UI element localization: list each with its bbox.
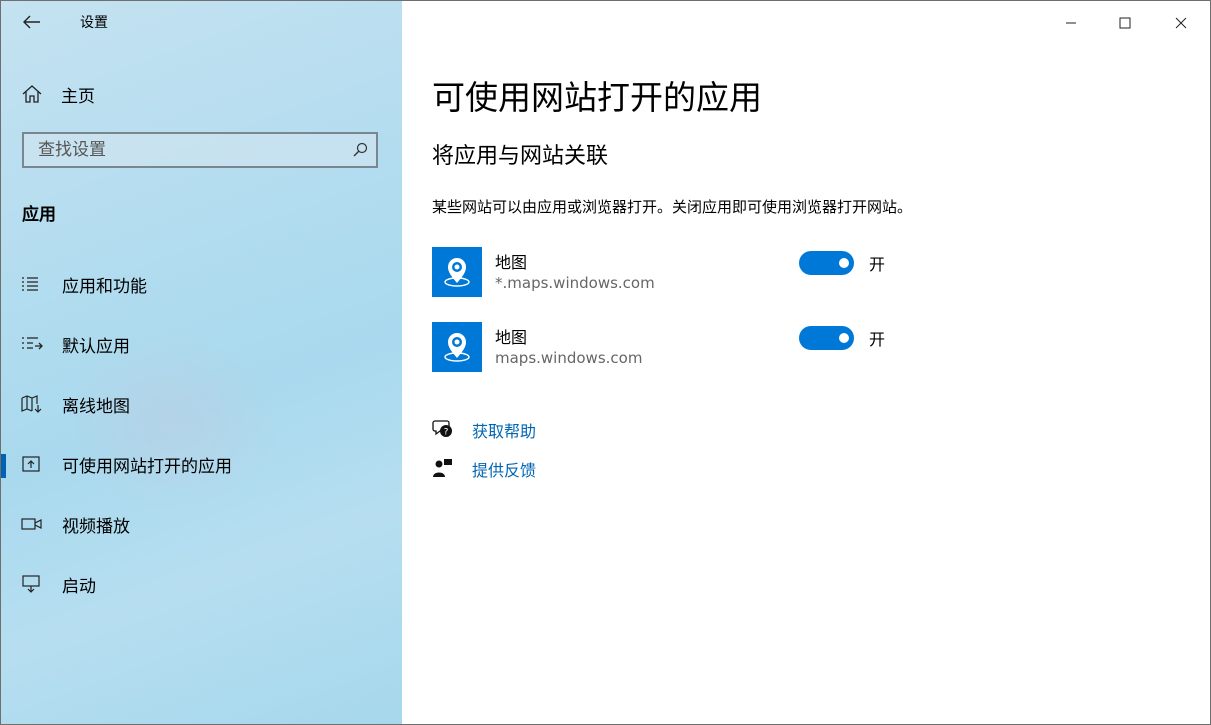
home-label: 主页	[61, 86, 95, 107]
feedback-link-row[interactable]: 提供反馈	[432, 455, 732, 481]
get-help-link-row[interactable]: ? 获取帮助	[432, 416, 732, 442]
sidebar-item-label: 应用和功能	[62, 276, 147, 297]
app-tile	[432, 322, 482, 372]
sidebar-item-startup[interactable]: 启动	[1, 562, 402, 606]
close-button[interactable]	[1171, 13, 1191, 33]
list-icon	[22, 277, 38, 291]
sidebar-item-offline-maps[interactable]: 离线地图	[1, 382, 402, 426]
minimize-icon	[1066, 22, 1076, 24]
app-row: 地图 *.maps.windows.com 开	[432, 247, 1032, 299]
maximize-button[interactable]	[1115, 13, 1135, 33]
app-name: 地图	[495, 253, 528, 272]
open-external-icon	[22, 456, 40, 472]
maps-app-icon	[444, 258, 470, 287]
main-content: 可使用网站打开的应用 将应用与网站关联 某些网站可以由应用或浏览器打开。关闭应用…	[402, 1, 1210, 724]
feedback-link[interactable]: 提供反馈	[472, 457, 536, 481]
toggle-knob	[839, 333, 849, 343]
sidebar-item-label: 启动	[62, 576, 96, 597]
sidebar-item-default-apps[interactable]: 默认应用	[1, 322, 402, 366]
map-download-icon	[21, 395, 42, 413]
app-toggle-switch[interactable]	[799, 326, 854, 350]
search-icon[interactable]	[352, 142, 368, 158]
app-name: 地图	[495, 328, 528, 347]
description-text: 某些网站可以由应用或浏览器打开。关闭应用即可使用浏览器打开网站。	[432, 198, 913, 216]
app-title: 设置	[80, 15, 108, 31]
page-title: 可使用网站打开的应用	[432, 78, 762, 117]
startup-icon	[22, 575, 40, 593]
help-chat-icon: ?	[432, 420, 452, 438]
back-arrow-icon	[23, 15, 40, 29]
sidebar-item-apps-features[interactable]: 应用和功能	[1, 262, 402, 306]
video-icon	[21, 518, 42, 530]
get-help-link[interactable]: 获取帮助	[472, 418, 536, 442]
maximize-icon	[1119, 17, 1131, 29]
sidebar-item-label: 可使用网站打开的应用	[62, 456, 232, 477]
sidebar-item-label: 视频播放	[62, 516, 130, 537]
toggle-knob	[839, 258, 849, 268]
maps-app-icon	[444, 333, 470, 362]
search-input[interactable]	[24, 134, 358, 166]
default-apps-icon	[22, 337, 43, 350]
feedback-icon	[433, 459, 452, 477]
title-bar: 设置	[1, 1, 402, 43]
search-box[interactable]	[22, 132, 378, 168]
app-row: 地图 maps.windows.com 开	[432, 322, 1032, 374]
home-nav-item[interactable]: 主页	[21, 79, 95, 109]
sidebar-item-apps-for-websites[interactable]: 可使用网站打开的应用	[1, 442, 402, 486]
section-title: 应用	[22, 205, 56, 225]
toggle-state-label: 开	[869, 330, 886, 349]
minimize-button[interactable]	[1061, 13, 1081, 33]
app-site-url: maps.windows.com	[495, 349, 643, 367]
app-toggle-switch[interactable]	[799, 251, 854, 275]
sidebar-item-video-playback[interactable]: 视频播放	[1, 502, 402, 546]
home-icon	[22, 85, 42, 103]
sidebar: 设置 主页 应用 应用和功能 默	[1, 1, 402, 724]
app-site-url: *.maps.windows.com	[495, 274, 655, 292]
app-tile	[432, 247, 482, 297]
sidebar-item-label: 默认应用	[62, 336, 130, 357]
section-subtitle: 将应用与网站关联	[432, 144, 609, 169]
close-icon	[1175, 17, 1187, 29]
back-button[interactable]	[19, 11, 45, 33]
sidebar-item-label: 离线地图	[62, 396, 130, 417]
settings-window: 设置 主页 应用 应用和功能 默	[0, 0, 1211, 725]
toggle-state-label: 开	[869, 255, 886, 274]
svg-text:?: ?	[444, 428, 449, 438]
